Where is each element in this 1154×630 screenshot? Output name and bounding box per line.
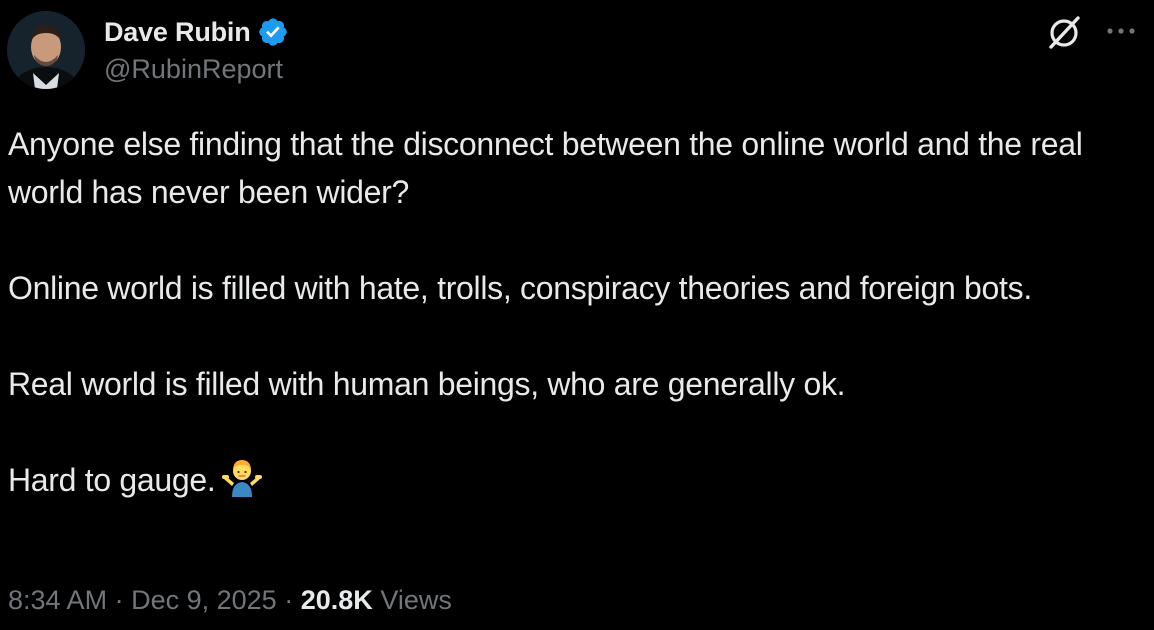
person-shrugging-emoji	[221, 460, 262, 497]
author-handle[interactable]: @RubinReport	[104, 54, 283, 85]
grok-icon[interactable]	[1044, 13, 1084, 53]
tweet-date[interactable]: Dec 9, 2025	[131, 585, 277, 615]
tweet-paragraph-text: Hard to gauge.	[8, 462, 216, 498]
meta-separator: ·	[114, 585, 124, 615]
tweet-text: Anyone else finding that the disconnect …	[8, 120, 1138, 504]
tweet-time[interactable]: 8:34 AM	[8, 585, 107, 615]
tweet[interactable]: Dave Rubin @RubinReport Anyone else find…	[0, 0, 1154, 630]
tweet-paragraph: Anyone else finding that the disconnect …	[8, 126, 1083, 210]
verified-badge-icon	[258, 18, 287, 46]
tweet-paragraph: Online world is filled with hate, trolls…	[8, 270, 1032, 306]
more-options-icon[interactable]	[1104, 19, 1138, 43]
tweet-paragraph-last: Hard to gauge.	[8, 456, 1138, 504]
author-display-name[interactable]: Dave Rubin	[104, 17, 251, 48]
author-name-row[interactable]: Dave Rubin	[104, 14, 289, 50]
tweet-meta: 8:34 AM · Dec 9, 2025 · 20.8K Views	[8, 585, 452, 616]
avatar[interactable]	[7, 11, 85, 89]
views-count[interactable]: 20.8K	[301, 585, 373, 615]
meta-separator: ·	[284, 585, 294, 615]
views-label: Views	[380, 585, 452, 615]
tweet-paragraph: Real world is filled with human beings, …	[8, 366, 846, 402]
